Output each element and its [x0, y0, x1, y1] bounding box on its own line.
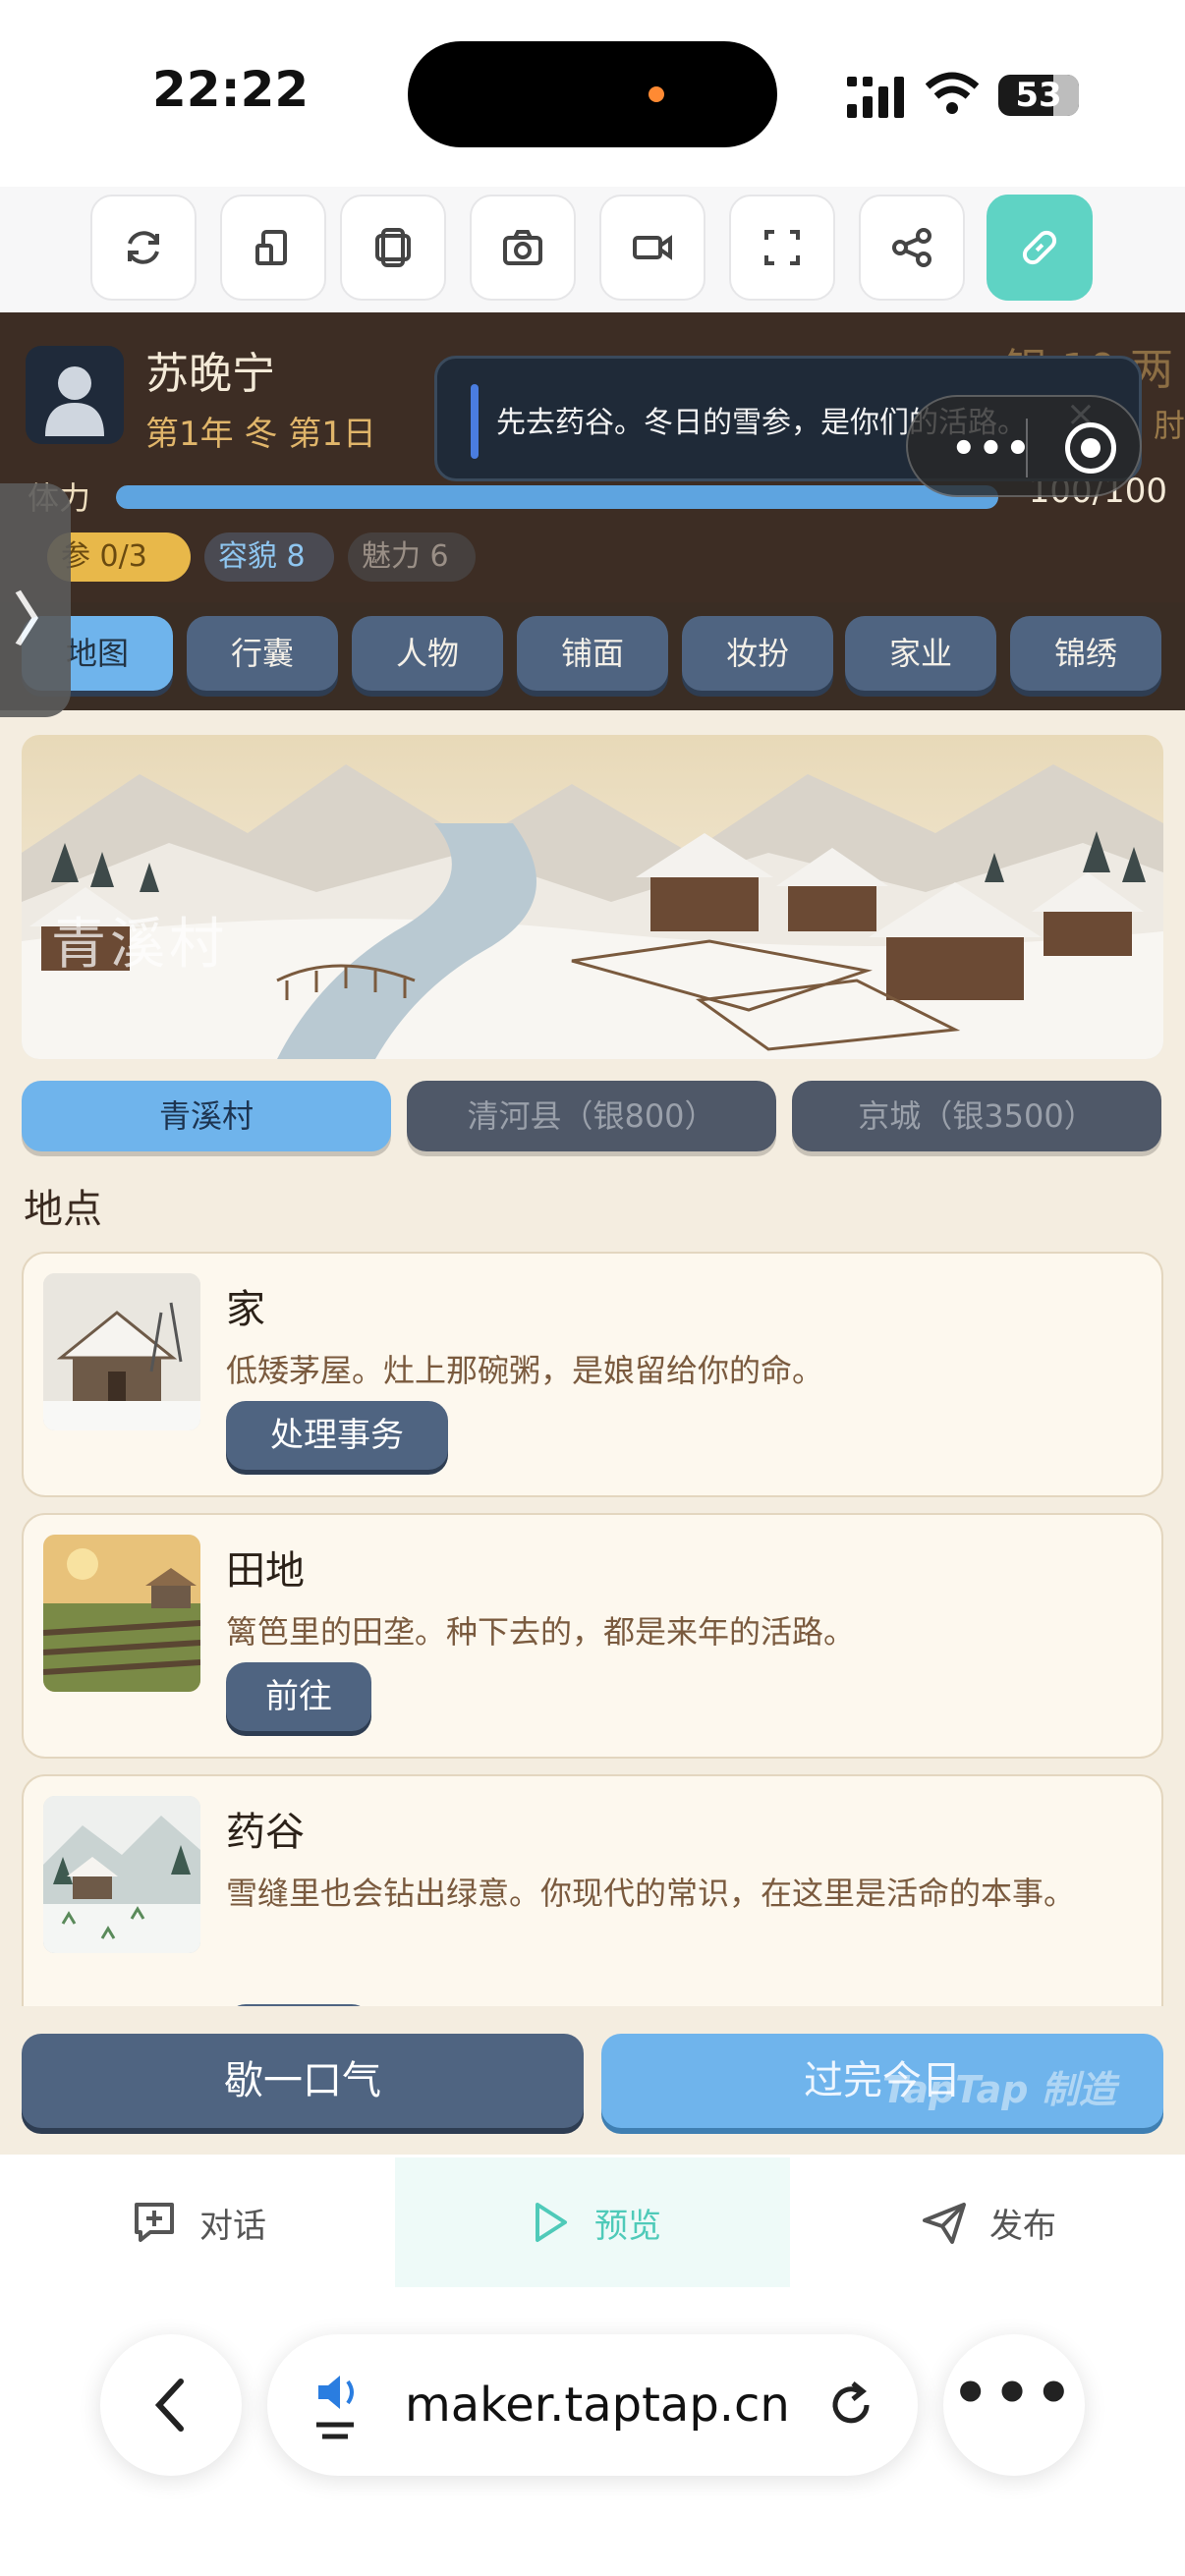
home-thumbnail — [43, 1273, 200, 1430]
link-button[interactable] — [987, 195, 1093, 301]
taptap-watermark: TapTap 制造 — [882, 2068, 1116, 2111]
herb-valley-image — [43, 1796, 200, 1953]
nav-preview[interactable]: 预览 — [395, 2157, 790, 2287]
dynamic-island — [408, 41, 777, 147]
chevron-right-icon: 〉 — [14, 587, 72, 653]
looks-badge: 容貌 8 — [204, 532, 334, 582]
toast-accent — [471, 384, 479, 459]
rotate-device-button[interactable] — [220, 195, 326, 301]
recording-indicator — [649, 86, 664, 102]
close-target-icon[interactable] — [1065, 422, 1116, 474]
chat-add-icon — [135, 2203, 174, 2242]
signal-icon — [847, 77, 904, 118]
miniapp-capsule: ••• — [906, 395, 1142, 497]
side-drawer-handle[interactable]: 〉 — [0, 483, 71, 717]
clock: 22:22 — [152, 61, 310, 118]
camera-icon — [503, 230, 542, 265]
location-card-field: 田地 篱笆里的田垄。种下去的，都是来年的活路。 前往 — [22, 1513, 1163, 1759]
share-icon — [892, 228, 931, 267]
refresh-icon — [128, 231, 159, 264]
share-button[interactable] — [859, 195, 965, 301]
wifi-icon — [926, 72, 979, 114]
back-button[interactable] — [100, 2334, 242, 2476]
status-bar: 22:22 53 — [0, 0, 1185, 187]
fullscreen-button[interactable] — [729, 195, 835, 301]
game-view: 苏晚宁 第1年 冬 第1日 银 10 两 肘 体力 100/100 参 0/3 … — [0, 312, 1185, 2155]
field-image — [43, 1535, 200, 1692]
location-name: 田地 — [226, 1548, 305, 1594]
record-button[interactable] — [599, 195, 705, 301]
section-title: 地点 — [24, 1187, 102, 1232]
nav-publish-label: 发布 — [989, 2206, 1056, 2246]
nav-preview-label: 预览 — [594, 2206, 661, 2246]
tab-bag[interactable]: 行囊 — [187, 616, 338, 691]
nav-chat[interactable]: 对话 — [0, 2157, 395, 2287]
go-field-button[interactable]: 前往 — [226, 1662, 371, 1731]
send-icon — [923, 2203, 966, 2244]
tab-estate[interactable]: 家业 — [845, 616, 996, 691]
tab-embroidery[interactable]: 锦绣 — [1010, 616, 1161, 691]
snowy-hut-image — [43, 1273, 200, 1430]
snow-village-illustration — [22, 735, 1163, 1059]
speaker-icon — [316, 2376, 354, 2439]
tab-dress[interactable]: 妆扮 — [682, 616, 833, 691]
tab-shop[interactable]: 铺面 — [517, 616, 668, 691]
location-desc: 雪缝里也会钻出绿意。你现代的常识，在这里是活命的本事。 — [226, 1875, 1076, 1912]
location-desc: 低矮茅屋。灶上那碗粥，是娘留给你的命。 — [226, 1352, 824, 1389]
screenshot-button[interactable] — [470, 195, 576, 301]
game-date: 第1年 冬 第1日 — [145, 415, 376, 454]
link-icon — [1022, 230, 1057, 265]
person-icon — [45, 366, 104, 436]
region-tab-capital[interactable]: 京城（银3500） — [792, 1081, 1161, 1151]
banner-title: 青溪村 — [51, 913, 228, 977]
region-tab-qinghe[interactable]: 清河县（银800） — [407, 1081, 776, 1151]
nav-chat-label: 对话 — [199, 2206, 266, 2246]
avatar[interactable] — [26, 346, 124, 444]
more-button[interactable]: ••• — [943, 2334, 1085, 2476]
fullscreen-icon — [764, 230, 800, 265]
layers-button[interactable] — [340, 195, 446, 301]
more-dots-icon[interactable]: ••• — [951, 426, 1033, 472]
herb-valley-thumbnail — [43, 1796, 200, 1953]
field-thumbnail — [43, 1535, 200, 1692]
player-name: 苏晚宁 — [145, 349, 275, 399]
main-tabs: 地图 行囊 人物 铺面 妆扮 家业 锦绣 — [0, 602, 1185, 710]
address-bar[interactable]: maker.taptap.cn — [267, 2334, 918, 2476]
handle-affairs-button[interactable]: 处理事务 — [226, 1401, 448, 1470]
location-card-home: 家 低矮茅屋。灶上那碗粥，是娘留给你的命。 处理事务 — [22, 1252, 1163, 1497]
stamina-fill — [116, 485, 998, 509]
nav-publish[interactable]: 发布 — [790, 2157, 1185, 2287]
url-text: maker.taptap.cn — [405, 2378, 790, 2433]
location-desc: 篱笆里的田垄。种下去的，都是来年的活路。 — [226, 1613, 856, 1651]
battery-icon: 53 — [998, 75, 1079, 116]
tab-people[interactable]: 人物 — [352, 616, 503, 691]
location-name: 家 — [226, 1287, 265, 1332]
charm-badge: 魅力 6 — [348, 532, 476, 582]
chevron-left-icon — [154, 2379, 184, 2432]
silver-sub: 肘 — [1153, 407, 1185, 444]
layers-icon — [375, 228, 411, 267]
play-icon — [536, 2203, 567, 2242]
village-banner: 青溪村 — [22, 735, 1163, 1059]
refresh-button[interactable] — [90, 195, 197, 301]
region-tab-qingxi[interactable]: 青溪村 — [22, 1081, 391, 1151]
reload-icon[interactable] — [823, 2378, 878, 2433]
rotate-device-icon — [255, 230, 287, 265]
video-icon — [633, 235, 672, 260]
stamina-bar — [116, 485, 998, 509]
rest-button[interactable]: 歇一口气 — [22, 2034, 584, 2128]
location-name: 药谷 — [226, 1810, 305, 1855]
